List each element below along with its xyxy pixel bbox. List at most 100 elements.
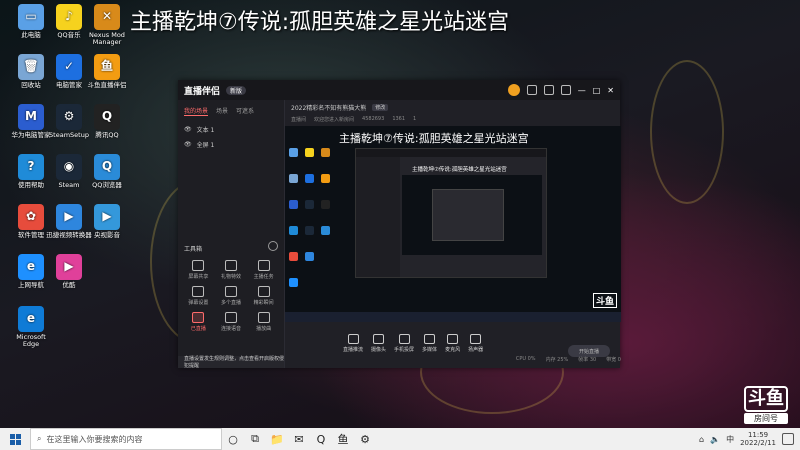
tool-button[interactable]: 已直播: [182, 312, 215, 332]
control-icon: [398, 334, 410, 344]
desktop-icon-douyu[interactable]: 鱼斗鱼直播伴侣: [84, 54, 130, 89]
start-button[interactable]: [0, 428, 30, 450]
eye-icon[interactable]: 👁: [184, 126, 192, 133]
desktop-icon-label: 优酷: [62, 281, 76, 289]
control-button[interactable]: 直播推流: [343, 332, 363, 358]
layer-label: 文本 1: [196, 127, 215, 134]
control-button[interactable]: 多媒体: [422, 332, 437, 358]
steam-icon: ◉: [56, 154, 82, 180]
control-button[interactable]: 麦克风: [445, 332, 460, 358]
cortana-icon[interactable]: ○: [222, 428, 244, 450]
ime-icon[interactable]: 中: [726, 434, 734, 445]
preview-watermark: 斗鱼: [592, 293, 617, 308]
toolbox-title: 工具箱: [184, 246, 203, 253]
tool-icon: [192, 312, 205, 323]
tool-button[interactable]: 精彩瞬间: [247, 286, 280, 306]
tool-button[interactable]: 连接语音: [215, 312, 248, 332]
desktop-icon-nexus[interactable]: ✕ Nexus Mod Manager: [84, 4, 130, 47]
douyu-taskbar-icon[interactable]: 鱼: [332, 428, 354, 450]
mini-desktop-icon: [305, 200, 314, 209]
tab-scene[interactable]: 场景: [216, 106, 228, 116]
browser-icon: Q: [94, 154, 120, 180]
notice-bar[interactable]: 直播设置发生规则调整，点击查看开启版权侵犯提醒: [178, 356, 284, 369]
nested-app-preview: 主播乾坤⑦传说:孤胆英雄之星光站迷宫: [355, 148, 547, 278]
edit-title-button[interactable]: 修改: [372, 103, 389, 111]
taskbar-search[interactable]: ⌕ 在这里输入你要搜索的内容: [30, 428, 222, 450]
tool-icon: [257, 312, 270, 323]
desktop-icon-edge[interactable]: e Microsoft Edge: [8, 306, 54, 349]
desktop-icon-label: QQ浏览器: [92, 181, 122, 189]
status-row: CPU 0% 内存 25% 帧率 30 带宽 0: [285, 356, 633, 366]
stream-preview[interactable]: 主播乾坤⑦传说:孤胆英雄之星光站迷宫 主播乾坤⑦传说:孤胆英雄之星光站迷宫 斗鱼: [285, 126, 621, 322]
minimize-icon[interactable]: —: [578, 86, 586, 95]
user-avatar[interactable]: [507, 84, 520, 96]
network-icon[interactable]: ⌂: [699, 435, 704, 444]
tool-button[interactable]: 播放曲: [247, 312, 280, 332]
control-button[interactable]: 手机投屏: [394, 332, 414, 358]
tool-label: 主播任务: [253, 274, 274, 280]
qq-icon: Q: [94, 104, 120, 130]
app-logo: 直播伴侣: [184, 86, 221, 97]
computer-icon: ▭: [18, 4, 44, 30]
stream-title: 2022精彩名不知有熊猫大熊: [291, 104, 367, 112]
desktop-icon-qq[interactable]: Q 腾讯QQ: [84, 104, 130, 139]
desktop-icon-cctv[interactable]: ▶ 央视影音: [84, 204, 130, 239]
close-icon[interactable]: ✕: [607, 86, 614, 95]
control-button[interactable]: 扬声器: [468, 332, 483, 358]
volume-icon[interactable]: 🔈: [710, 435, 720, 444]
clock[interactable]: 11:59 2022/2/11: [740, 431, 776, 448]
tab-other[interactable]: 可遮系: [236, 106, 254, 116]
mini-desktop-icon: [321, 148, 330, 157]
layer-item[interactable]: 👁 全屏 1: [178, 137, 284, 152]
menu-icon[interactable]: [560, 85, 571, 95]
mail-icon[interactable]: ✉: [288, 428, 310, 450]
tool-icon: [224, 260, 237, 271]
desktop-icon-label: Nexus Mod Manager: [89, 31, 125, 47]
qq-browser-icon[interactable]: Q: [310, 428, 332, 450]
stream-meta-item: 4582693: [362, 116, 385, 122]
tool-icon: [257, 286, 270, 297]
eye-icon[interactable]: 👁: [184, 141, 192, 148]
system-tray: ⌂ 🔈 中 11:59 2022/2/11: [699, 431, 800, 448]
stream-meta-item: 1361: [392, 116, 406, 122]
tool-button[interactable]: 礼物特效: [215, 260, 248, 280]
mini-desktop-icon: [321, 226, 330, 235]
layer-item[interactable]: 👁 文本 1: [178, 122, 284, 137]
app-titlebar[interactable]: 直播伴侣 新版 — □ ✕: [178, 80, 620, 100]
notification-icon[interactable]: [782, 433, 794, 445]
desktop-icon-youku[interactable]: ▶ 优酷: [46, 254, 92, 289]
desktop-icon-label: Microsoft Edge: [16, 333, 46, 349]
music-icon: ♪: [56, 4, 82, 30]
tab-my-scene[interactable]: 我的场景: [184, 106, 209, 116]
control-icon: [447, 334, 459, 344]
stream-overlay-title: 主播乾坤⑦传说:孤胆英雄之星光站迷宫: [130, 10, 510, 35]
tool-button[interactable]: 屏幕共享: [182, 260, 215, 280]
message-icon[interactable]: [526, 85, 537, 95]
settings-icon[interactable]: [543, 85, 554, 95]
control-button[interactable]: 摄像头: [371, 332, 386, 358]
task-view-icon[interactable]: ⧉: [244, 428, 266, 450]
file-explorer-icon[interactable]: 📁: [266, 428, 288, 450]
tool-button[interactable]: 多个直播: [215, 286, 248, 306]
status-item: CPU 0%: [515, 356, 536, 362]
preview-overlay-title: 主播乾坤⑦传说:孤胆英雄之星光站迷宫: [339, 132, 529, 145]
control-icon: [424, 334, 436, 344]
nexus-icon: ✕: [94, 4, 120, 30]
version-badge[interactable]: 新版: [226, 85, 247, 95]
nested-left-panel: [356, 157, 400, 277]
maximize-icon[interactable]: □: [593, 86, 601, 95]
tool-button[interactable]: 主播任务: [247, 260, 280, 280]
mini-desktop-icon: [305, 174, 314, 183]
mini-desktop-icon: [321, 200, 330, 209]
settings-icon[interactable]: ⚙: [354, 428, 376, 450]
tool-button[interactable]: 弹幕设置: [182, 286, 215, 306]
control-icon: [470, 334, 482, 344]
add-tool-button[interactable]: [268, 241, 278, 251]
mini-desktop-icon: [305, 252, 314, 261]
help-icon: ?: [18, 154, 44, 180]
clock-time: 11:59: [747, 430, 769, 439]
main-panel: 2022精彩名不知有熊猫大熊 修改 直播间 欢迎您进入新房间 4582693 1361…: [285, 100, 621, 368]
tool-icon: [192, 286, 205, 297]
desktop-icon-browser[interactable]: Q QQ浏览器: [84, 154, 130, 189]
streaming-app-window[interactable]: 直播伴侣 新版 — □ ✕ 我的场景 场景 可遮系 👁 文本 1 👁 全屏 1 …: [178, 80, 621, 369]
